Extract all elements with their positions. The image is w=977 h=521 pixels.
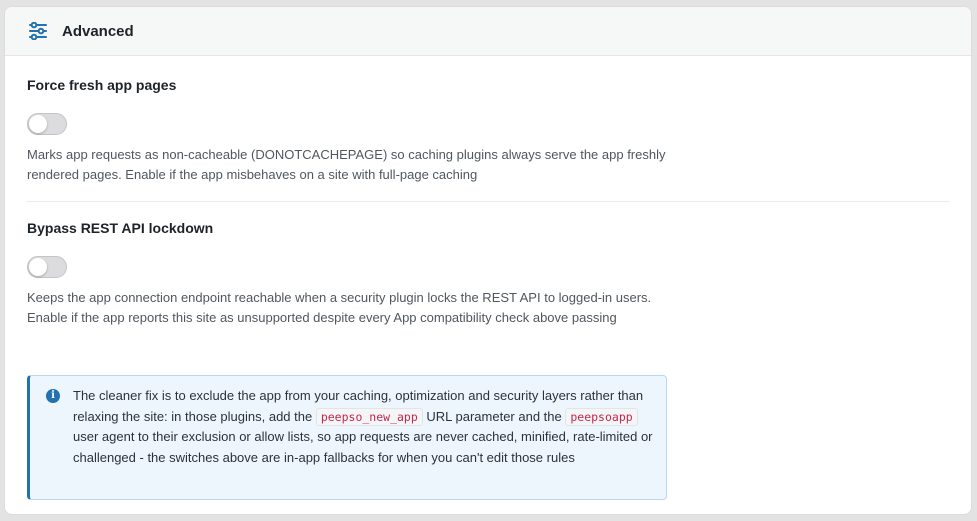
- panel-title: Advanced: [62, 22, 134, 40]
- force-fresh-app-pages-toggle[interactable]: [27, 113, 67, 135]
- info-notice: i The cleaner fix is to exclude the app …: [27, 375, 667, 500]
- url-parameter-code: peepso_new_app: [315, 407, 423, 426]
- info-icon: i: [46, 389, 60, 403]
- setting-bypass-rest-api-lockdown: Bypass REST API lockdown Keeps the app c…: [27, 202, 949, 328]
- setting-force-fresh-app-pages: Force fresh app pages Marks app requests…: [27, 56, 949, 185]
- bypass-rest-api-lockdown-toggle[interactable]: [27, 256, 67, 278]
- toggle-knob: [29, 258, 47, 276]
- setting-title: Bypass REST API lockdown: [27, 220, 214, 236]
- notice-text: The cleaner fix is to exclude the app fr…: [73, 386, 658, 468]
- toggle-knob: [29, 115, 47, 133]
- notice-text-part: user agent to their exclusion or allow l…: [73, 429, 653, 465]
- sliders-icon: [27, 20, 49, 42]
- advanced-settings-panel: Advanced Force fresh app pages Marks app…: [4, 6, 972, 515]
- settings-list: Force fresh app pages Marks app requests…: [5, 56, 971, 328]
- notice-text-part: URL parameter and the: [422, 408, 566, 424]
- setting-title: Force fresh app pages: [27, 77, 177, 93]
- panel-header: Advanced: [5, 7, 971, 56]
- setting-description: Marks app requests as non-cacheable (DON…: [27, 147, 666, 182]
- setting-description: Keeps the app connection endpoint reacha…: [27, 290, 652, 325]
- user-agent-code: peepsoapp: [565, 407, 638, 426]
